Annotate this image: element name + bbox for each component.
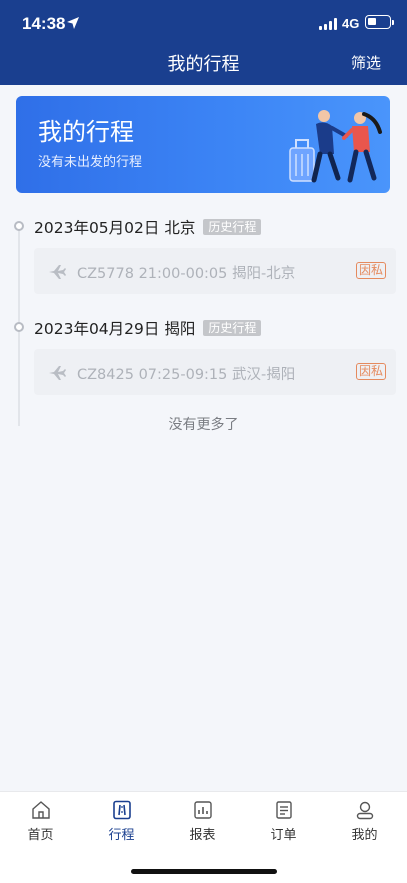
list-end-text: 没有更多了 <box>168 417 239 433</box>
status-bar: 14:38 4G <box>0 0 407 48</box>
trip-item[interactable]: CZ5778 21:00-00:05 揭阳-北京 因私 <box>34 248 396 294</box>
tab-label: 首页 <box>27 828 54 843</box>
trip-banner: 我的行程 没有未出发的行程 <box>16 96 390 193</box>
history-tag: 历史行程 <box>203 219 262 235</box>
location-arrow-icon <box>67 17 79 29</box>
home-indicator <box>131 869 277 874</box>
trip-reason-badge: 因私 <box>355 363 386 380</box>
banner-title: 我的行程 <box>38 118 134 146</box>
trip-date-header: 2023年04月29日 揭阳 历史行程 <box>34 317 262 339</box>
home-icon <box>31 801 50 819</box>
tab-trips[interactable]: 行程 <box>81 800 162 843</box>
tab-profile[interactable]: 我的 <box>324 800 405 843</box>
tab-home[interactable]: 首页 <box>0 800 81 843</box>
trip-date-header: 2023年05月02日 北京 历史行程 <box>34 216 262 238</box>
trip-date: 2023年04月29日 揭阳 <box>34 320 196 338</box>
airplane-icon <box>49 366 66 380</box>
filter-button[interactable]: 筛选 <box>351 52 381 73</box>
signal-icon <box>319 18 337 30</box>
tab-label: 我的 <box>351 828 378 843</box>
battery-icon <box>365 15 394 29</box>
tab-label: 行程 <box>108 828 135 843</box>
top-bar: 14:38 4G 我的行程 筛选 <box>0 0 407 85</box>
trip-detail: CZ8425 07:25-09:15 武汉-揭阳 <box>77 367 296 383</box>
profile-icon <box>356 801 373 820</box>
tab-label: 报表 <box>189 828 216 843</box>
timeline-dot <box>14 221 24 231</box>
tab-reports[interactable]: 报表 <box>162 800 243 843</box>
trip-item[interactable]: CZ8425 07:25-09:15 武汉-揭阳 因私 <box>34 349 396 395</box>
trip-reason-badge: 因私 <box>355 262 386 279</box>
travelers-illustration-icon <box>289 110 382 183</box>
tab-label: 订单 <box>270 828 297 843</box>
banner-subtitle: 没有未出发的行程 <box>38 155 143 170</box>
trip-icon <box>112 800 131 820</box>
status-time: 14:38 <box>22 14 66 33</box>
order-icon <box>275 801 292 819</box>
report-icon <box>193 801 212 819</box>
trip-detail: CZ5778 21:00-00:05 揭阳-北京 <box>77 266 296 282</box>
timeline-dot <box>14 322 24 332</box>
airplane-icon <box>49 265 66 279</box>
tab-orders[interactable]: 订单 <box>243 800 324 843</box>
network-type: 4G <box>342 16 360 31</box>
history-tag: 历史行程 <box>203 320 262 336</box>
page-title: 我的行程 <box>167 54 240 75</box>
trip-date: 2023年05月02日 北京 <box>34 219 196 237</box>
